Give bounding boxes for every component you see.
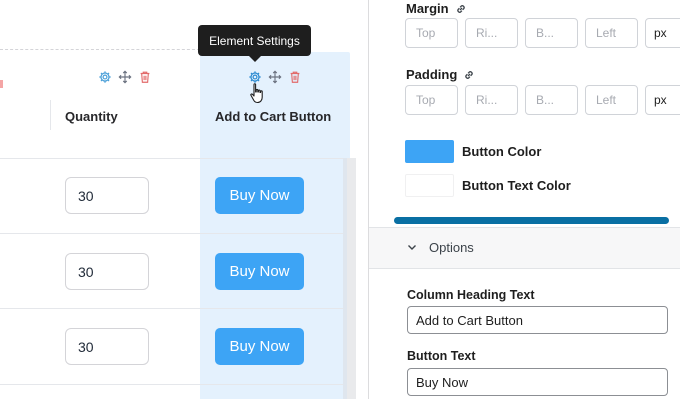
table-builder: Quantity Add to Cart Button 30 Buy Now 3… <box>0 0 368 399</box>
add-to-cart-column-heading: Add to Cart Button <box>215 109 332 124</box>
column-separator <box>50 100 51 130</box>
padding-unit-select[interactable]: px <box>645 85 680 115</box>
button-text-color-label: Button Text Color <box>462 178 571 193</box>
quantity-input[interactable]: 30 <box>65 328 149 365</box>
padding-top-input[interactable]: Top <box>405 85 458 115</box>
margin-bottom-input[interactable]: B... <box>525 18 578 48</box>
button-color-swatch[interactable] <box>405 140 454 163</box>
padding-bottom-input[interactable]: B... <box>525 85 578 115</box>
buy-now-button[interactable]: Buy Now <box>215 253 304 290</box>
previous-column-delete-icon[interactable] <box>0 80 3 88</box>
trash-icon[interactable] <box>138 70 152 84</box>
row-divider <box>0 384 343 385</box>
button-text-color-swatch[interactable] <box>405 174 454 197</box>
padding-right-input[interactable]: Ri... <box>465 85 518 115</box>
move-arrows-icon[interactable] <box>118 70 132 84</box>
quantity-column-heading: Quantity <box>65 109 118 124</box>
column-scrollbar[interactable] <box>343 158 356 399</box>
column-heading-text-input[interactable]: Add to Cart Button <box>407 306 668 334</box>
settings-panel: Margin Top Ri... B... Left px Padding To… <box>369 0 680 399</box>
trash-icon[interactable] <box>288 70 302 84</box>
header-divider <box>0 158 343 159</box>
move-arrows-icon[interactable] <box>268 70 282 84</box>
margin-inputs: Top Ri... B... Left px <box>405 18 680 48</box>
options-label: Options <box>429 240 474 255</box>
link-icon[interactable] <box>455 3 467 15</box>
margin-top-input[interactable]: Top <box>405 18 458 48</box>
button-text-label: Button Text <box>407 349 476 363</box>
margin-unit-select[interactable]: px <box>645 18 680 48</box>
padding-label: Padding <box>406 67 475 82</box>
margin-right-input[interactable]: Ri... <box>465 18 518 48</box>
buy-now-button[interactable]: Buy Now <box>215 328 304 365</box>
margin-label: Margin <box>406 1 467 16</box>
padding-left-input[interactable]: Left <box>585 85 638 115</box>
panel-scroll-indicator <box>394 217 669 224</box>
margin-left-input[interactable]: Left <box>585 18 638 48</box>
hand-pointer-icon <box>250 83 263 104</box>
gear-icon[interactable] <box>98 70 112 84</box>
quantity-column-toolbar <box>98 70 152 84</box>
link-icon[interactable] <box>463 69 475 81</box>
chevron-down-icon <box>408 245 416 250</box>
padding-inputs: Top Ri... B... Left px <box>405 85 680 115</box>
element-settings-tooltip: Element Settings <box>198 25 311 62</box>
quantity-input[interactable]: 30 <box>65 253 149 290</box>
options-toggle[interactable]: Options <box>369 227 680 269</box>
buy-now-button[interactable]: Buy Now <box>215 177 304 214</box>
column-heading-text-label: Column Heading Text <box>407 288 535 302</box>
row-divider <box>0 233 343 234</box>
button-text-input[interactable]: Buy Now <box>407 368 668 396</box>
drop-zone-line <box>0 49 200 50</box>
button-color-label: Button Color <box>462 144 542 159</box>
row-divider <box>0 308 343 309</box>
quantity-input[interactable]: 30 <box>65 177 149 214</box>
